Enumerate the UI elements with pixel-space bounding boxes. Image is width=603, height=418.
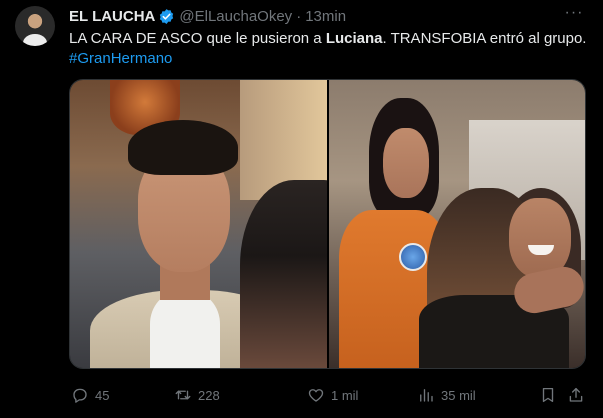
tweet-text-bold: Luciana [325,30,383,47]
young-man-hair [128,120,238,175]
like-count: 1 mil [331,387,359,403]
author-name[interactable]: EL LAUCHA [69,8,155,25]
like-icon [308,389,324,402]
tweet-text: LA CARA DE ASCO que le pusieron a Lucian… [69,29,589,69]
like-button[interactable]: 1 mil [307,384,358,406]
hashtag-link[interactable]: #GranHermano [69,49,589,69]
woman-face [383,128,429,198]
verified-badge-icon [160,8,174,24]
views-button[interactable]: 35 mil [417,384,476,406]
retweet-icon [175,390,191,400]
microphone-pin [399,243,427,271]
reply-button[interactable]: 45 [71,384,109,406]
tweet-text-part2: . TRANSFOBIA entró al grupo. [382,30,587,47]
media-image-left[interactable] [70,80,327,368]
bookmark-icon [542,387,554,403]
separator-dot: · [296,7,302,25]
more-icon[interactable]: ··· [563,5,585,24]
share-button[interactable] [567,384,585,406]
views-icon [420,389,433,402]
bookmark-button[interactable] [539,384,557,406]
tweet-media[interactable] [69,79,586,369]
retweet-button[interactable]: 228 [174,384,220,406]
author-handle[interactable]: @ElLauchaOkey [179,8,292,25]
timestamp[interactable]: 13min [305,8,346,25]
action-bar: 45 228 1 mil 35 mil [69,384,589,406]
young-man-tshirt [150,292,220,368]
reply-count: 45 [95,387,110,403]
avatar[interactable] [15,6,55,46]
tweet-text-part1: LA CARA DE ASCO que le pusieron a [69,30,326,47]
media-image-right[interactable] [329,80,585,368]
tweet-header: EL LAUCHA @ElLauchaOkey · 13min [69,6,346,26]
foreground-head [240,180,327,368]
tweet[interactable]: EL LAUCHA @ElLauchaOkey · 13min ··· LA C… [0,0,603,418]
views-count: 35 mil [441,387,476,403]
retweet-count: 228 [198,387,220,403]
reply-icon [73,388,87,403]
share-icon [569,387,583,402]
